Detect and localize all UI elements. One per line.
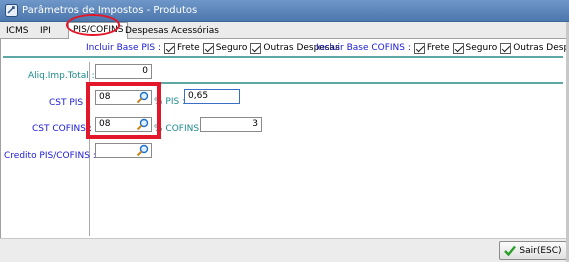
title-bar: Parâmetros de Impostos - Produtos: [0, 0, 569, 22]
checkbox-checked-icon: [452, 42, 464, 54]
incluir-base-pis-group: Incluir Base PIS : Frete Seguro Outras D…: [86, 41, 343, 55]
cofins-frete-checkbox[interactable]: Frete: [413, 42, 450, 54]
checkbox-checked-icon: [250, 42, 262, 54]
sair-button[interactable]: Sair(ESC): [499, 241, 567, 260]
tab-icms[interactable]: ICMS: [2, 24, 32, 39]
cofins-outras-despesas-label: Outras Despesas: [513, 43, 569, 53]
incluir-base-cofins-label: Incluir Base COFINS :: [316, 43, 411, 53]
bottom-bar: [0, 238, 569, 262]
checkbox-checked-icon: [164, 42, 176, 54]
pis-frete-checkbox[interactable]: Frete: [164, 42, 200, 54]
credito-pis-cofins-label: Credito PIS/COFINS :: [4, 151, 96, 161]
sair-label: Sair(ESC): [519, 245, 562, 256]
cofins-percent-label: % COFINS :: [154, 124, 205, 134]
form-divider: [89, 62, 90, 236]
tab-ipi[interactable]: IPI: [36, 24, 55, 39]
aliq-total-field[interactable]: 0: [95, 64, 152, 79]
checkbox-checked-icon: [202, 42, 214, 54]
magnifier-icon[interactable]: [135, 91, 150, 104]
separator-top: [3, 56, 563, 58]
separator-middle: [92, 82, 563, 84]
window-title: Parâmetros de Impostos - Produtos: [22, 5, 198, 16]
cst-pis-label: CST PIS :: [49, 98, 90, 108]
incluir-base-pis-label: Incluir Base PIS :: [86, 43, 162, 53]
cofins-seguro-label: Seguro: [465, 43, 498, 53]
tab-pis-cofins[interactable]: PIS/COFINS: [68, 22, 129, 40]
cst-cofins-label: CST COFINS :: [32, 124, 92, 134]
pis-seguro-checkbox[interactable]: Seguro: [202, 42, 248, 54]
checkbox-checked-icon: [413, 42, 425, 54]
pis-percent-label: % PIS :: [154, 97, 186, 107]
aliq-total-label: Aliq.Imp.Total :: [28, 71, 95, 81]
cofins-seguro-checkbox[interactable]: Seguro: [452, 42, 498, 54]
magnifier-icon[interactable]: [135, 118, 150, 131]
cofins-percent-field[interactable]: 3: [200, 117, 262, 132]
checkbox-checked-icon: [500, 42, 512, 54]
incluir-base-cofins-group: Incluir Base COFINS : Frete Seguro Outra…: [316, 41, 569, 55]
app-icon: [5, 4, 18, 17]
pis-frete-label: Frete: [177, 43, 200, 53]
tab-strip: ICMS IPI PIS/COFINS Despesas Acessórias: [0, 22, 569, 40]
pis-percent-field[interactable]: 0,65: [184, 89, 240, 104]
check-icon: [504, 245, 517, 256]
tab-content-panel: [0, 39, 569, 238]
cofins-frete-label: Frete: [426, 43, 450, 53]
pis-seguro-label: Seguro: [215, 43, 248, 53]
tab-despesas-acessorias[interactable]: Despesas Acessórias: [121, 24, 223, 39]
magnifier-icon[interactable]: [135, 144, 150, 157]
cofins-outras-despesas-checkbox[interactable]: Outras Despesas: [500, 42, 569, 54]
